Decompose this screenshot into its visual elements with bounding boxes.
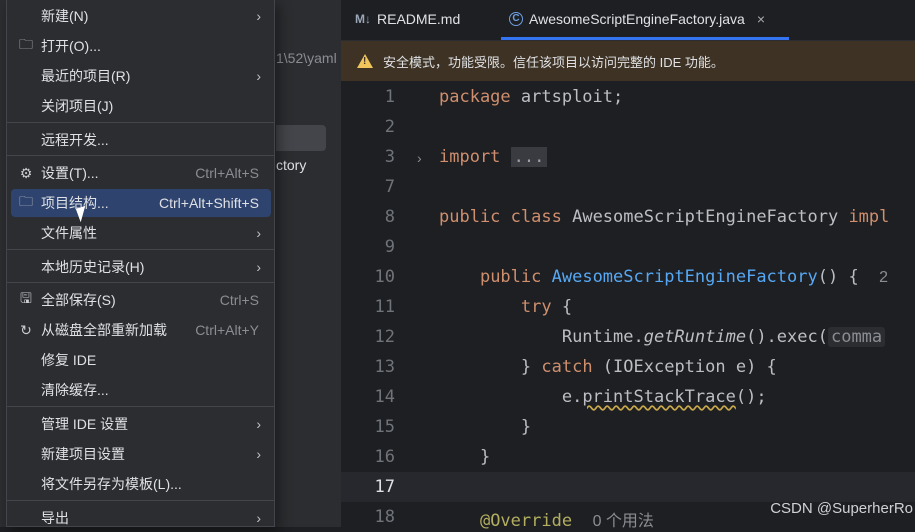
editor-tab-bar: M↓ README.md C AwesomeScriptEngineFactor…: [341, 0, 915, 41]
code-line[interactable]: }: [439, 417, 531, 437]
chevron-right-icon: ›: [256, 225, 261, 241]
save-icon: 🖫: [20, 290, 32, 306]
folder-icon: 🗀: [19, 36, 33, 52]
menu-item-reload-all[interactable]: ↻ 从磁盘全部重新加载 Ctrl+Alt+Y: [11, 316, 271, 344]
code-line[interactable]: public class AwesomeScriptEngineFactory …: [439, 207, 889, 227]
line-number: 18: [374, 507, 395, 527]
project-structure-icon: 🗀: [19, 193, 33, 209]
line-number: 9: [384, 237, 395, 257]
line-number: 14: [374, 387, 395, 407]
chevron-right-icon: ›: [256, 68, 261, 84]
tab-label: README.md: [377, 10, 461, 27]
line-number: 2: [384, 117, 395, 137]
code-line[interactable]: }: [439, 447, 490, 467]
tab-label: AwesomeScriptEngineFactory.java: [529, 10, 745, 27]
code-line[interactable]: @Override 0 个用法: [439, 507, 654, 531]
menu-item-remote-dev[interactable]: 远程开发...: [11, 126, 271, 154]
menu-separator: [7, 282, 274, 283]
file-menu: 新建(N) › 🗀 打开(O)... 最近的项目(R) › 关闭项目(J) 远程…: [6, 0, 275, 527]
project-tree-file[interactable]: ctory: [276, 157, 306, 173]
menu-item-repair-ide[interactable]: 修复 IDE: [11, 346, 271, 374]
line-number: 16: [374, 447, 395, 467]
line-number: 13: [374, 357, 395, 377]
shortcut: Ctrl+Alt+Y: [195, 322, 259, 338]
close-icon[interactable]: ×: [757, 11, 765, 27]
code-line[interactable]: Runtime.getRuntime().exec(comma: [439, 327, 886, 347]
menu-item-save-all[interactable]: 🖫 全部保存(S) Ctrl+S: [11, 286, 271, 314]
menu-separator: [7, 122, 274, 123]
safe-mode-banner: 安全模式，功能受限。信任该项目以访问完整的 IDE 功能。: [341, 41, 915, 81]
folded-imports[interactable]: ...: [510, 147, 548, 167]
menu-item-open[interactable]: 🗀 打开(O)...: [11, 32, 271, 60]
markdown-icon: M↓: [355, 11, 371, 26]
menu-item-save-as-template[interactable]: 将文件另存为模板(L)...: [11, 470, 271, 498]
tab-readme[interactable]: M↓ README.md: [355, 0, 460, 37]
shortcut: Ctrl+S: [219, 292, 259, 308]
chevron-right-icon: ›: [256, 446, 261, 462]
line-number: 1: [384, 87, 395, 107]
code-line[interactable]: try {: [439, 297, 572, 317]
line-number: 8: [384, 207, 395, 227]
banner-text: 安全模式，功能受限。信任该项目以访问完整的 IDE 功能。: [383, 54, 724, 70]
line-number: 10: [374, 267, 395, 287]
menu-item-file-properties[interactable]: 文件属性 ›: [11, 219, 271, 247]
menu-item-close-project[interactable]: 关闭项目(J): [11, 92, 271, 120]
active-tab-indicator: [501, 37, 789, 40]
chevron-right-icon: ›: [256, 8, 261, 24]
line-number: 3: [384, 147, 395, 167]
warning-icon: [357, 54, 373, 68]
code-line[interactable]: } catch (IOException e) {: [439, 357, 777, 377]
menu-item-new[interactable]: 新建(N) ›: [11, 2, 271, 30]
code-line[interactable]: e.printStackTrace();: [439, 387, 767, 407]
menu-item-project-structure[interactable]: 🗀 项目结构... Ctrl+Alt+Shift+S: [11, 189, 271, 217]
fold-chevron-icon[interactable]: ›: [417, 150, 422, 166]
menu-item-export[interactable]: 导出 ›: [11, 504, 271, 532]
shortcut: Ctrl+Alt+Shift+S: [159, 195, 259, 211]
line-number: 15: [374, 417, 395, 437]
line-number: 12: [374, 327, 395, 347]
line-number: 7: [384, 177, 395, 197]
menu-item-new-project-settings[interactable]: 新建项目设置 ›: [11, 440, 271, 468]
line-number: 17: [374, 477, 395, 497]
menu-separator: [7, 406, 274, 407]
shortcut: Ctrl+Alt+S: [195, 165, 259, 181]
menu-item-manage-ide-settings[interactable]: 管理 IDE 设置 ›: [11, 410, 271, 438]
usage-hint: 2: [879, 269, 889, 286]
code-line[interactable]: package artsploit;: [439, 87, 623, 107]
code-line[interactable]: import ...: [439, 147, 548, 167]
java-class-icon: C: [509, 11, 523, 26]
watermark: CSDN @SuperherRo: [770, 500, 913, 517]
menu-item-invalidate-caches[interactable]: 清除缓存...: [11, 376, 271, 404]
menu-separator: [7, 155, 274, 156]
menu-separator: [7, 500, 274, 501]
chevron-right-icon: ›: [256, 416, 261, 432]
code-line[interactable]: public AwesomeScriptEngineFactory() { 2: [439, 267, 888, 287]
chevron-right-icon: ›: [256, 510, 261, 526]
chevron-right-icon: ›: [256, 259, 261, 275]
editor: M↓ README.md C AwesomeScriptEngineFactor…: [341, 0, 915, 531]
menu-item-recent-projects[interactable]: 最近的项目(R) ›: [11, 62, 271, 90]
current-line-highlight: [341, 472, 915, 502]
project-path-fragment: 1\52\yaml: [276, 50, 337, 66]
menu-item-local-history[interactable]: 本地历史记录(H) ›: [11, 253, 271, 281]
line-number: 11: [374, 297, 395, 317]
menu-item-settings[interactable]: ⚙ 设置(T)... Ctrl+Alt+S: [11, 159, 271, 187]
tab-factory-java[interactable]: C AwesomeScriptEngineFactory.java ×: [509, 0, 765, 37]
reload-icon: ↻: [20, 321, 32, 338]
menu-separator: [7, 249, 274, 250]
gear-icon: ⚙: [19, 164, 33, 181]
parameter-hint: comma: [827, 327, 886, 347]
project-tree-selection: [276, 125, 326, 151]
usage-hint: 0 个用法: [592, 513, 654, 530]
